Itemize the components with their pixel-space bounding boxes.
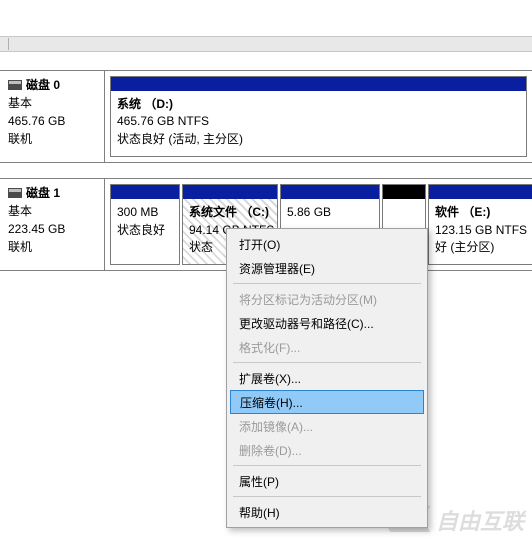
disk-status: 联机 [8,238,98,256]
volume-banner [429,185,532,199]
volume-context-menu: 打开(O) 资源管理器(E) 将分区标记为活动分区(M) 更改驱动器号和路径(C… [226,228,428,528]
menu-mark-active: 将分区标记为活动分区(M) [229,287,425,311]
volume-status: 好 (主分区) [435,239,527,256]
menu-separator [233,283,421,284]
volume-size-fs: 123.15 GB NTFS [435,222,527,239]
menu-properties[interactable]: 属性(P) [229,469,425,493]
volume-status: 状态良好 (活动, 主分区) [117,131,520,148]
menu-change-drive-letter[interactable]: 更改驱动器号和路径(C)... [229,311,425,335]
watermark-text: 自由互联 [436,504,524,536]
menu-extend-volume[interactable]: 扩展卷(X)... [229,366,425,390]
volume-size-fs: 5.86 GB [287,204,373,221]
menu-open[interactable]: 打开(O) [229,232,425,256]
volume-size-fs: 300 MB [117,204,173,221]
disk-status: 联机 [8,130,98,148]
disk-row: 磁盘 0 基本 465.76 GB 联机 系统 （D:) 465.76 GB N… [0,70,532,163]
menu-separator [233,362,421,363]
volume-status: 状态良好 [117,222,173,239]
hard-disk-icon [8,80,22,90]
volume-title: 系统 （D:) [117,96,520,113]
menu-shrink-volume[interactable]: 压缩卷(H)... [230,390,424,414]
toolbar-strip [0,36,532,52]
volume-banner-unallocated [383,185,425,199]
menu-explorer[interactable]: 资源管理器(E) [229,256,425,280]
disk-size: 223.45 GB [8,220,98,238]
hard-disk-icon [8,188,22,198]
volume-e-software[interactable]: 软件 （E:) 123.15 GB NTFS 好 (主分区) [428,184,532,265]
volume-banner [281,185,379,199]
volume-banner [111,77,526,91]
menu-add-mirror: 添加镜像(A)... [229,414,425,438]
disk-type: 基本 [8,94,98,112]
menu-help[interactable]: 帮助(H) [229,500,425,524]
volume-title: 软件 （E:) [435,204,527,221]
disk-info-panel[interactable]: 磁盘 1 基本 223.45 GB 联机 [0,179,105,270]
disk-name: 磁盘 0 [26,76,60,94]
disk-size: 465.76 GB [8,112,98,130]
menu-separator [233,496,421,497]
disk-info-panel[interactable]: 磁盘 0 基本 465.76 GB 联机 [0,71,105,162]
volume-banner [111,185,179,199]
volume-container: 系统 （D:) 465.76 GB NTFS 状态良好 (活动, 主分区) [105,71,532,162]
disk-name: 磁盘 1 [26,184,60,202]
top-toolbar-area [0,0,532,52]
volume-title: 系统文件 （C:) [189,204,271,221]
menu-separator [233,465,421,466]
volume-d-system[interactable]: 系统 （D:) 465.76 GB NTFS 状态良好 (活动, 主分区) [110,76,527,157]
disk-type: 基本 [8,202,98,220]
volume-size-fs: 465.76 GB NTFS [117,113,520,130]
volume-recovery-300mb[interactable]: 300 MB 状态良好 [110,184,180,265]
menu-format: 格式化(F)... [229,335,425,359]
menu-delete-volume: 删除卷(D)... [229,438,425,462]
volume-banner [183,185,277,199]
